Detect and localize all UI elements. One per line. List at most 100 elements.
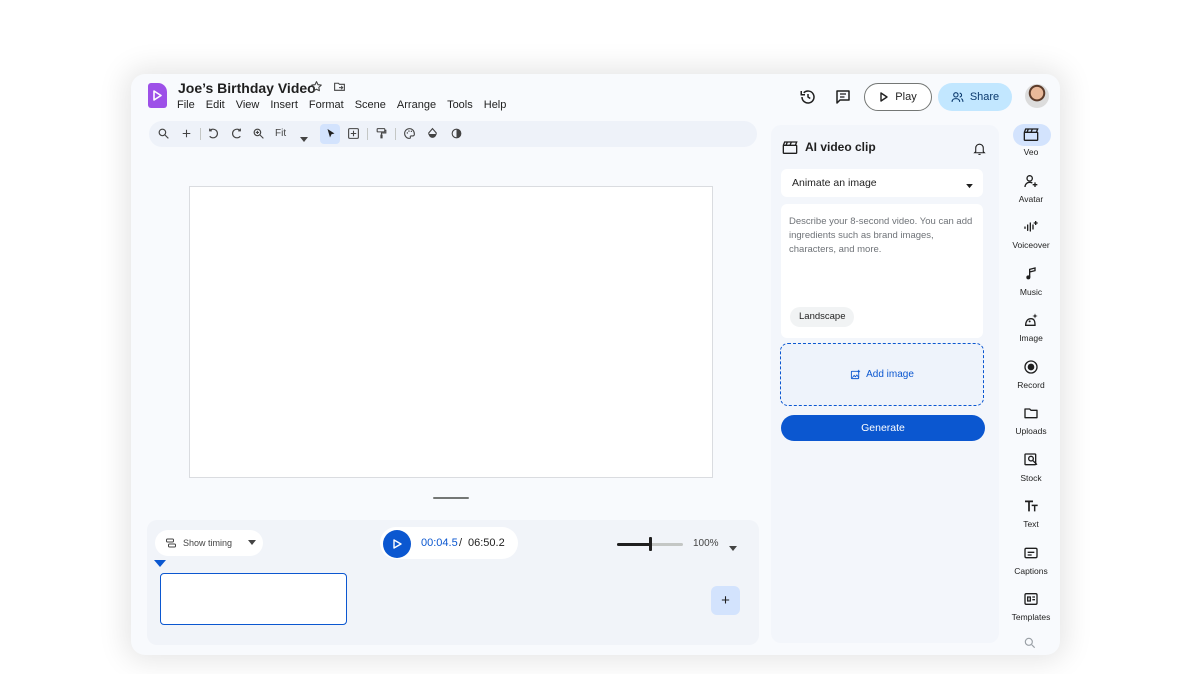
star-icon[interactable] — [310, 80, 323, 98]
toolbar-divider — [200, 128, 201, 140]
rail-label: Uploads — [1015, 426, 1047, 436]
zoom-slider-thumb[interactable] — [649, 537, 652, 551]
add-image-dropzone[interactable]: Add image — [780, 343, 984, 406]
stock-search-icon — [1005, 452, 1057, 472]
timeline-zoom-value[interactable]: 100% — [693, 538, 719, 549]
timeline-zoom-slider[interactable] — [617, 537, 683, 551]
rail-item-text[interactable]: Text — [1005, 498, 1057, 529]
rail-label: Veo — [1023, 147, 1039, 157]
redo-icon[interactable] — [230, 127, 243, 145]
menu-tools[interactable]: Tools — [447, 99, 473, 111]
generate-button[interactable]: Generate — [781, 415, 985, 441]
play-button-label: Play — [895, 91, 917, 103]
rail-item-veo[interactable]: Veo — [1005, 126, 1057, 157]
playback-controls: 00:04.5 / 06:50.2 — [380, 527, 518, 559]
add-icon[interactable] — [180, 127, 193, 145]
rail-label: Captions — [1014, 566, 1048, 576]
rail-label: Text — [1023, 519, 1039, 529]
zoom-icon[interactable] — [252, 127, 265, 145]
version-history-icon[interactable] — [799, 88, 817, 111]
move-to-folder-icon[interactable] — [333, 80, 346, 98]
add-image-icon — [851, 369, 861, 380]
menu-file[interactable]: File — [177, 99, 195, 111]
mode-dropdown[interactable]: Animate an image — [781, 169, 983, 197]
rail-item-stock[interactable]: Stock — [1005, 452, 1057, 483]
zoom-dropdown-icon[interactable] — [300, 130, 308, 148]
document-title[interactable]: Joe’s Birthday Video — [178, 80, 316, 96]
rail-item-record[interactable]: Record — [1005, 359, 1057, 390]
total-duration: 06:50.2 — [468, 537, 505, 549]
add-scene-button[interactable]: + — [711, 586, 740, 615]
zoom-fit-label[interactable]: Fit — [275, 128, 286, 139]
zoom-slider-fill — [617, 543, 650, 546]
rail-label: Templates — [1011, 612, 1051, 622]
comments-icon[interactable] — [834, 88, 852, 111]
account-avatar[interactable] — [1025, 84, 1049, 108]
people-icon — [951, 92, 964, 102]
play-button[interactable]: Play — [864, 83, 932, 111]
prompt-input[interactable]: Describe your 8-second video. You can ad… — [781, 204, 983, 338]
templates-icon — [1005, 591, 1057, 611]
rail-item-avatar[interactable]: Avatar — [1005, 173, 1057, 204]
stage: Joe’s Birthday Video File Edit View Inse… — [0, 0, 1200, 674]
menu-insert[interactable]: Insert — [270, 99, 298, 111]
menu-view[interactable]: View — [236, 99, 260, 111]
folder-icon — [1005, 405, 1057, 425]
editing-toolbar: Fit — [149, 121, 757, 147]
zoom-dropdown-icon[interactable] — [729, 539, 737, 557]
paint-format-icon[interactable] — [375, 127, 388, 145]
timeline-resize-handle[interactable] — [433, 497, 469, 499]
toolbar-divider — [367, 128, 368, 140]
panel-title: AI video clip — [805, 140, 876, 154]
play-icon — [880, 92, 888, 102]
chevron-down-icon — [248, 540, 257, 545]
rail-label: Avatar — [1018, 194, 1044, 204]
share-button[interactable]: Share — [938, 83, 1012, 111]
rail-label: Record — [1017, 380, 1045, 390]
menu-arrange[interactable]: Arrange — [397, 99, 436, 111]
add-image-label: Add image — [866, 369, 914, 380]
menu-bar: File Edit View Insert Format Scene Arran… — [177, 99, 517, 111]
rail-item-uploads[interactable]: Uploads — [1005, 405, 1057, 436]
vids-logo-icon[interactable] — [148, 83, 167, 108]
play-icon — [393, 539, 402, 549]
select-pointer-icon[interactable] — [325, 127, 337, 145]
ai-video-clip-panel: AI video clip Animate an image Describe … — [771, 125, 999, 643]
rail-label: Music — [1019, 287, 1043, 297]
search-icon[interactable] — [1023, 636, 1037, 655]
background-icon[interactable] — [450, 127, 463, 145]
veo-clapper-icon — [782, 140, 798, 159]
playhead-marker[interactable] — [154, 560, 166, 567]
rail-item-captions[interactable]: Captions — [1005, 545, 1057, 576]
text-box-icon[interactable] — [347, 127, 360, 145]
music-icon — [1005, 266, 1057, 286]
theme-palette-icon[interactable] — [403, 127, 416, 145]
avatar-icon — [1005, 173, 1057, 193]
chevron-down-icon — [966, 180, 973, 192]
scene-clip[interactable] — [160, 573, 347, 625]
timeline-panel: Show timing 00:04.5 / 06:50.2 100% + — [147, 520, 759, 645]
image-sparkle-icon — [1005, 312, 1057, 332]
menu-help[interactable]: Help — [484, 99, 507, 111]
rail-item-image[interactable]: Image — [1005, 312, 1057, 343]
undo-icon[interactable] — [207, 127, 220, 145]
menu-edit[interactable]: Edit — [206, 99, 225, 111]
current-time: 00:04.5 — [421, 537, 458, 549]
search-menus-icon[interactable] — [157, 127, 170, 145]
notifications-bell-icon[interactable] — [973, 142, 986, 161]
rail-label: Voiceover — [1012, 240, 1050, 250]
captions-icon — [1005, 545, 1057, 565]
time-separator: / — [459, 537, 463, 549]
show-timing-dropdown[interactable]: Show timing — [155, 530, 263, 556]
menu-format[interactable]: Format — [309, 99, 344, 111]
fill-color-icon[interactable] — [426, 127, 439, 145]
rail-item-voiceover[interactable]: Voiceover — [1005, 219, 1057, 250]
rail-item-music[interactable]: Music — [1005, 266, 1057, 297]
aspect-ratio-chip[interactable]: Landscape — [790, 307, 855, 327]
scene-canvas[interactable] — [189, 186, 713, 478]
rail-item-templates[interactable]: Templates — [1005, 591, 1057, 622]
menu-scene[interactable]: Scene — [355, 99, 386, 111]
timeline-play-button[interactable] — [383, 530, 411, 558]
share-button-label: Share — [969, 91, 1000, 103]
mode-selected-value: Animate an image — [792, 177, 877, 189]
